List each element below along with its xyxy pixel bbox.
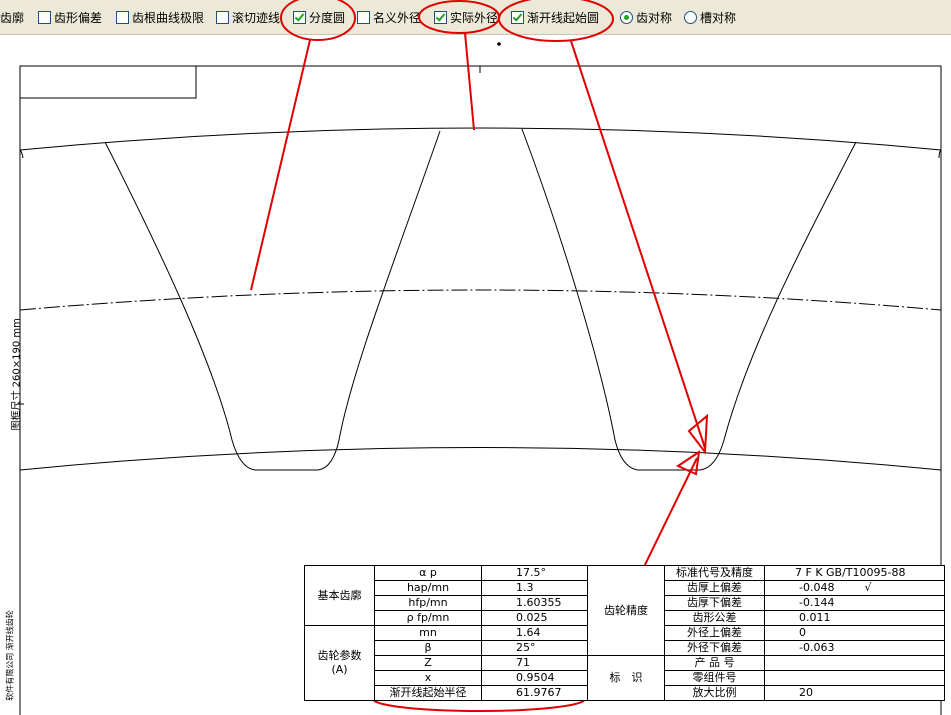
pitch-circle	[19, 289, 942, 311]
param-value: 0.025	[481, 610, 588, 626]
spec-name: 产 品 号	[664, 655, 765, 671]
outer-diameter-circle	[19, 127, 942, 151]
param-value: 1.64	[481, 625, 588, 641]
annotation-ellipse-involute-start	[498, 0, 614, 42]
spec-name: 齿厚下偏差	[664, 595, 765, 611]
annotation-ellipse-actual-outer	[418, 0, 500, 34]
param-value: 1.60355	[481, 595, 588, 611]
param-value: 61.9767	[481, 685, 588, 701]
group-identification: 标 识	[587, 655, 665, 701]
tooth-slot-right	[521, 128, 857, 471]
spec-value-cell: -0.048 √	[764, 580, 945, 596]
spec-value: 0.011	[764, 610, 945, 626]
spec-value	[764, 670, 945, 686]
annotation-line-pitch	[250, 39, 311, 291]
table-row: 基本齿廓 α p 17.5° 齿轮精度 标准代号及精度 7 F K GB/T10…	[304, 565, 945, 656]
annotation-arrow-to-start-circle	[570, 40, 706, 449]
param-name: hap/mn	[374, 580, 482, 596]
spec-value: 20	[764, 685, 945, 701]
company-label: 软件有限公司 渐开线齿轮	[5, 610, 15, 701]
spec-name: 外径下偏差	[664, 640, 765, 656]
spec-value: -0.063	[764, 640, 945, 656]
annotation-arrowhead-2	[675, 449, 701, 476]
title-box	[19, 65, 197, 99]
spec-name: 齿厚上偏差	[664, 580, 765, 596]
param-name: Z	[374, 655, 482, 671]
check-mark: √	[864, 581, 872, 595]
spec-name: 标准代号及精度	[664, 565, 765, 581]
spec-name: 齿形公差	[664, 610, 765, 626]
spec-value: -0.048	[799, 581, 835, 595]
param-value: 1.3	[481, 580, 588, 596]
param-name: ρ fp/mn	[374, 610, 482, 626]
annotation-ellipse-pitch-circle	[280, 0, 356, 41]
group-gear-params-unit: (A)	[331, 663, 348, 676]
spec-value: 0	[764, 625, 945, 641]
table-row: Z 71 标 识 产 品 号	[305, 655, 945, 701]
spec-name: 外径上偏差	[664, 625, 765, 641]
param-value: 0.9504	[481, 670, 588, 686]
spec-value	[764, 655, 945, 671]
param-value: 25°	[481, 640, 588, 656]
param-value: 71	[481, 655, 588, 671]
group-gear-params-title: 齿轮参数	[317, 649, 362, 662]
param-name: x	[374, 670, 482, 686]
param-value: 17.5°	[481, 565, 588, 581]
spec-value: -0.144	[764, 595, 945, 611]
root-circle	[19, 447, 942, 471]
param-name: α p	[374, 565, 482, 581]
spec-name: 零组件号	[664, 670, 765, 686]
spec-value: 7 F K GB/T10095-88	[764, 565, 945, 581]
param-name: mn	[374, 625, 482, 641]
annotation-arrowhead-1	[687, 413, 709, 455]
frame-size-label: 图框尺寸 260×190 mm	[11, 318, 23, 431]
param-name: 渐开线起始半径	[374, 685, 482, 701]
gear-spec-table: 基本齿廓 α p 17.5° 齿轮精度 标准代号及精度 7 F K GB/T10…	[304, 565, 945, 701]
group-gear-params: 齿轮参数 (A)	[304, 625, 375, 701]
center-marker	[497, 42, 501, 46]
param-name: β	[374, 640, 482, 656]
spec-name: 放大比例	[664, 685, 765, 701]
group-basic-profile: 基本齿廓	[304, 565, 375, 626]
annotation-line-outer	[464, 32, 475, 131]
param-name: hfp/mn	[374, 595, 482, 611]
tooth-slot-left	[104, 130, 441, 471]
group-accuracy: 齿轮精度	[587, 565, 665, 656]
